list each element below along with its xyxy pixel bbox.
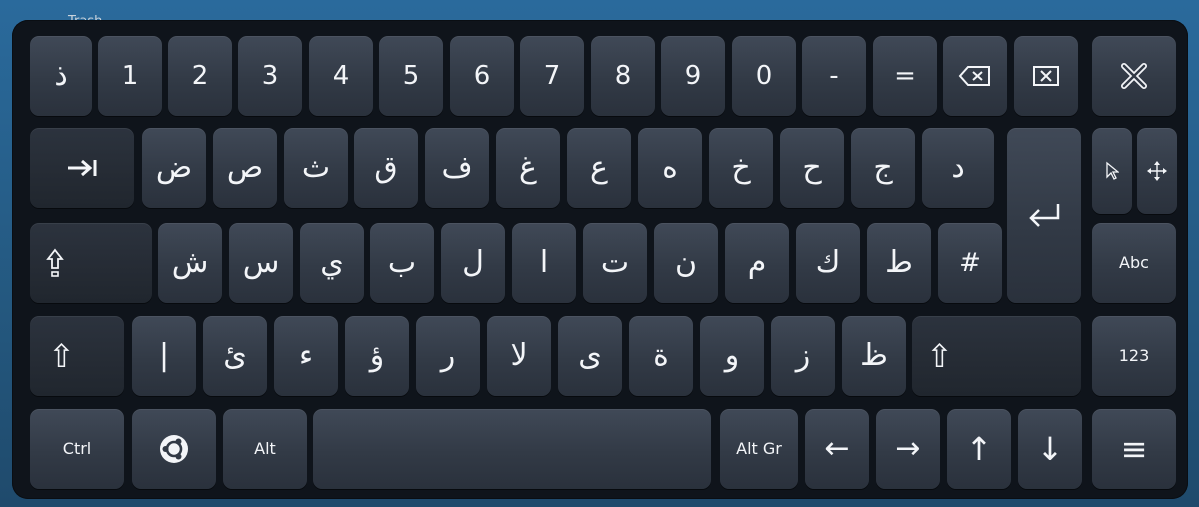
key-ctrl[interactable]: Ctrl — [30, 409, 124, 489]
shift-icon: ⇧ — [48, 337, 75, 375]
key-thal[interactable]: ذ — [30, 36, 92, 116]
key-alt[interactable]: Alt — [223, 409, 307, 489]
key-up-arrow[interactable]: ↑ — [947, 409, 1011, 489]
key-khah[interactable]: خ — [709, 128, 773, 208]
key-pipe[interactable]: | — [132, 316, 196, 396]
key-zah[interactable]: ظ — [842, 316, 906, 396]
key-5[interactable]: 5 — [379, 36, 443, 116]
key-shift-lock[interactable] — [30, 223, 152, 303]
key-heh[interactable]: ه — [638, 128, 702, 208]
key-down-arrow[interactable]: ↓ — [1018, 409, 1082, 489]
key-waw-hamza[interactable]: ؤ — [345, 316, 409, 396]
key-noon[interactable]: ن — [654, 223, 718, 303]
ubuntu-logo-icon — [159, 434, 189, 464]
key-equals[interactable]: = — [873, 36, 937, 116]
key-alef[interactable]: ا — [512, 223, 576, 303]
key-alef-maksura[interactable]: ى — [558, 316, 622, 396]
key-zain[interactable]: ز — [771, 316, 835, 396]
key-yeh-hamza[interactable]: ئ — [203, 316, 267, 396]
key-hah[interactable]: ح — [780, 128, 844, 208]
backspace-icon — [958, 65, 992, 87]
key-dad[interactable]: ض — [142, 128, 206, 208]
key-lam-alef[interactable]: لا — [487, 316, 551, 396]
shift-icon: ⇧ — [926, 337, 953, 375]
arrow-right-icon: → — [895, 431, 921, 466]
key-reh[interactable]: ر — [416, 316, 480, 396]
key-abc[interactable]: Abc — [1092, 223, 1176, 303]
key-backspace[interactable] — [943, 36, 1007, 116]
arrow-left-icon: ← — [824, 431, 850, 466]
key-theh[interactable]: ث — [284, 128, 348, 208]
key-jeem[interactable]: ج — [851, 128, 915, 208]
key-menu[interactable]: ≡ — [1092, 409, 1176, 489]
key-teh-marbuta[interactable]: ة — [629, 316, 693, 396]
key-pointer[interactable] — [1092, 128, 1132, 214]
key-lam[interactable]: ل — [441, 223, 505, 303]
key-close[interactable] — [1092, 36, 1176, 116]
key-ghain[interactable]: غ — [496, 128, 560, 208]
key-delete[interactable] — [1014, 36, 1078, 116]
key-numbers[interactable]: 123 — [1092, 316, 1176, 396]
key-4[interactable]: 4 — [309, 36, 373, 116]
capslock-icon — [46, 248, 64, 278]
key-meem[interactable]: م — [725, 223, 789, 303]
key-hash[interactable]: # — [938, 223, 1002, 303]
delete-icon — [1032, 65, 1060, 87]
key-move[interactable] — [1137, 128, 1177, 214]
key-teh[interactable]: ت — [583, 223, 647, 303]
key-kaf[interactable]: ك — [796, 223, 860, 303]
move-icon — [1146, 160, 1168, 182]
key-enter[interactable] — [1007, 128, 1081, 303]
key-right-arrow[interactable]: → — [876, 409, 940, 489]
key-hamza[interactable]: ء — [274, 316, 338, 396]
enter-icon — [1024, 201, 1064, 231]
key-seen[interactable]: س — [229, 223, 293, 303]
key-waw[interactable]: و — [700, 316, 764, 396]
onscreen-keyboard: ذ 1 2 3 4 5 6 7 8 9 0 - = ض ص ث ق ف غ ع … — [12, 20, 1188, 499]
key-space[interactable] — [313, 409, 711, 489]
key-left-arrow[interactable]: ← — [805, 409, 869, 489]
key-feh[interactable]: ف — [425, 128, 489, 208]
key-0[interactable]: 0 — [732, 36, 796, 116]
key-minus[interactable]: - — [802, 36, 866, 116]
key-9[interactable]: 9 — [661, 36, 725, 116]
key-2[interactable]: 2 — [168, 36, 232, 116]
pointer-icon — [1105, 161, 1119, 181]
tab-icon — [64, 157, 100, 179]
key-dal[interactable]: د — [922, 128, 994, 208]
key-sheen[interactable]: ش — [158, 223, 222, 303]
key-yeh[interactable]: ي — [300, 223, 364, 303]
key-6[interactable]: 6 — [450, 36, 514, 116]
key-tab[interactable] — [30, 128, 134, 208]
key-altgr[interactable]: Alt Gr — [720, 409, 798, 489]
key-ain[interactable]: ع — [567, 128, 631, 208]
key-beh[interactable]: ب — [370, 223, 434, 303]
arrow-up-icon: ↑ — [965, 430, 993, 468]
key-7[interactable]: 7 — [520, 36, 584, 116]
key-1[interactable]: 1 — [98, 36, 162, 116]
key-shift-right[interactable]: ⇧ — [912, 316, 1081, 396]
key-tah[interactable]: ط — [867, 223, 931, 303]
arrow-down-icon: ↓ — [1036, 430, 1064, 468]
key-sad[interactable]: ص — [213, 128, 277, 208]
key-8[interactable]: 8 — [591, 36, 655, 116]
key-shift-left[interactable]: ⇧ — [30, 316, 124, 396]
close-icon — [1119, 61, 1149, 91]
key-3[interactable]: 3 — [238, 36, 302, 116]
menu-icon: ≡ — [1120, 430, 1148, 468]
key-qaf[interactable]: ق — [354, 128, 418, 208]
key-super[interactable] — [132, 409, 216, 489]
